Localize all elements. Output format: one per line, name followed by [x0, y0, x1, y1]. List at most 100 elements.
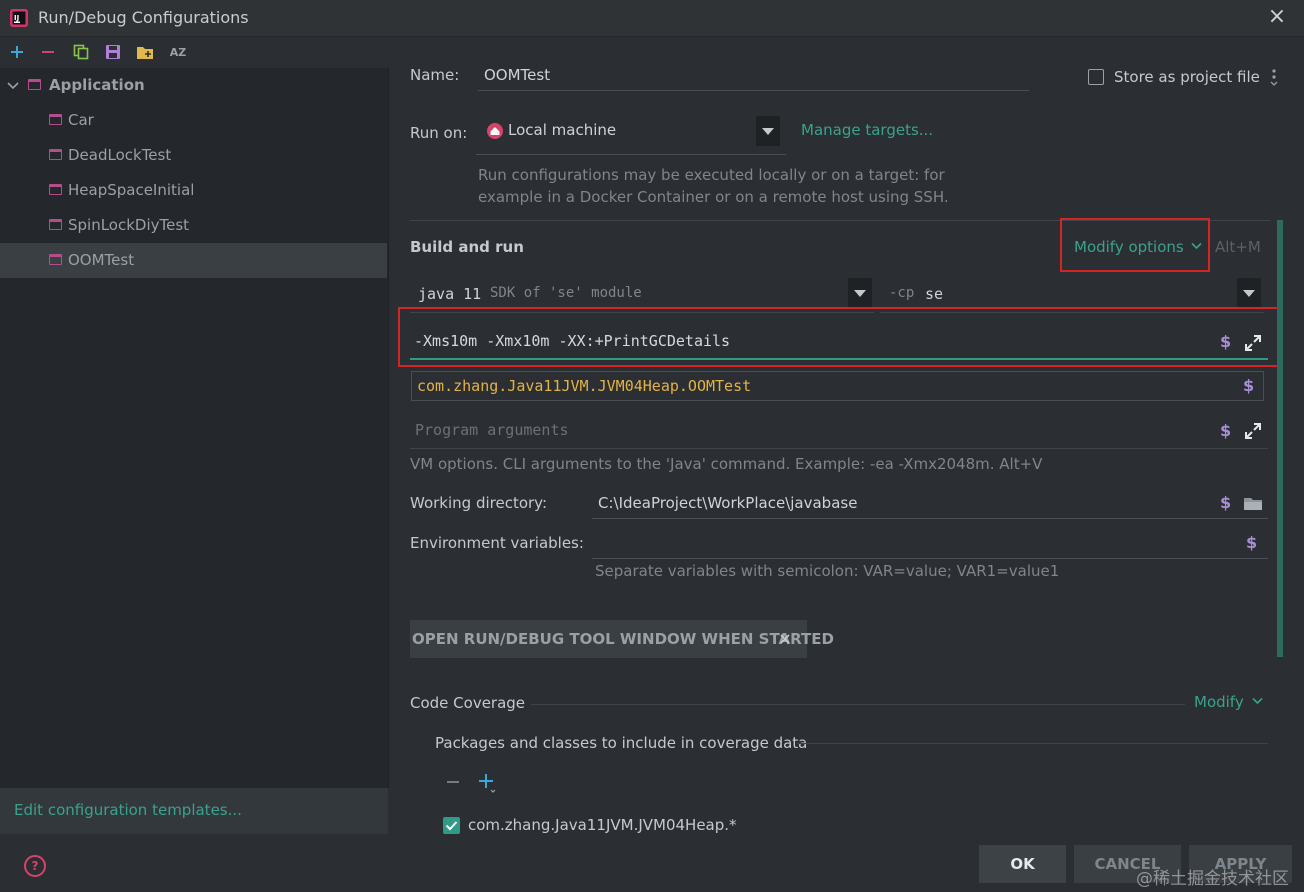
- plus-icon: [11, 46, 23, 58]
- environment-variables-hint: Separate variables with semicolon: VAR=v…: [595, 562, 1060, 580]
- tree-item-label: OOMTest: [68, 251, 135, 269]
- remove-pattern-button[interactable]: [446, 775, 460, 789]
- intellij-app-icon: IJ: [10, 9, 28, 27]
- manage-targets-link[interactable]: Manage targets...: [801, 121, 933, 139]
- run-on-value: Local machine: [508, 121, 617, 139]
- environment-variables-label: Environment variables:: [410, 534, 584, 552]
- window-title: Run/Debug Configurations: [38, 8, 249, 27]
- store-project-label[interactable]: Store as project file: [1114, 68, 1260, 86]
- ok-button[interactable]: OK: [979, 845, 1066, 883]
- tree-item-oomtest[interactable]: OOMTest: [0, 243, 387, 278]
- sort-configs-button[interactable]: AZ: [167, 41, 189, 63]
- insert-macro-icon[interactable]: $: [1220, 421, 1231, 440]
- application-config-icon: [49, 219, 62, 230]
- insert-macro-icon[interactable]: $: [1220, 332, 1231, 351]
- packages-divider: [797, 743, 1268, 744]
- save-icon: [106, 45, 120, 59]
- dropdown-arrow-icon: [762, 127, 774, 135]
- vertical-scrollbar[interactable]: [1277, 220, 1283, 657]
- jdk-dropdown-button[interactable]: [848, 278, 872, 308]
- tree-group-label: Application: [49, 76, 145, 94]
- environment-variables-input[interactable]: $: [592, 528, 1268, 559]
- tree-group-application[interactable]: Application: [0, 68, 387, 103]
- run-on-dropdown-button[interactable]: [756, 116, 780, 146]
- jdk-description: SDK of 'se' module: [490, 285, 642, 301]
- coverage-divider: [531, 704, 1185, 705]
- title-bar: IJ Run/Debug Configurations ×: [0, 0, 1304, 37]
- svg-text:IJ: IJ: [14, 14, 19, 22]
- copy-config-button[interactable]: [70, 41, 92, 63]
- classpath-dropdown-button[interactable]: [1237, 278, 1261, 308]
- expand-icon[interactable]: [1244, 422, 1262, 440]
- dropdown-arrow-icon: [854, 289, 866, 297]
- tree-item-label: SpinLockDiyTest: [68, 216, 190, 234]
- tree-item-spinlockdiytest[interactable]: SpinLockDiyTest: [0, 208, 387, 243]
- add-config-button[interactable]: [6, 41, 28, 63]
- application-config-icon: [49, 114, 62, 125]
- main-class-value: com.zhang.Java11JVM.JVM04Heap.OOMTest: [417, 377, 752, 395]
- watermark: @稀土掘金技术社区: [1136, 869, 1289, 889]
- expand-icon[interactable]: [1244, 334, 1262, 352]
- name-value: OOMTest: [484, 66, 551, 84]
- close-window-button[interactable]: ×: [1266, 5, 1288, 29]
- open-tool-window-option-label: OPEN RUN/DEBUG TOOL WINDOW WHEN STARTED: [412, 630, 834, 648]
- program-arguments-placeholder: Program arguments: [415, 421, 569, 439]
- working-directory-value: C:\IdeaProject\WorkPlace\javabase: [598, 494, 858, 512]
- chevron-down-icon: [1191, 242, 1202, 250]
- application-config-icon: [49, 254, 62, 265]
- vm-options-hint: VM options. CLI arguments to the 'Java' …: [410, 455, 1043, 473]
- name-input[interactable]: OOMTest: [478, 62, 1029, 91]
- run-on-select[interactable]: Local machine: [476, 110, 786, 155]
- chevron-down-icon: [7, 82, 19, 90]
- tree-item-label: DeadLockTest: [68, 146, 172, 164]
- save-config-button[interactable]: [102, 41, 124, 63]
- build-and-run-heading: Build and run: [410, 238, 524, 256]
- chevron-down-icon: [1252, 697, 1263, 705]
- tree-item-label: HeapSpaceInitial: [68, 181, 195, 199]
- home-icon: [487, 123, 503, 139]
- run-on-label: Run on:: [410, 124, 468, 142]
- tree-item-heapspaceinitial[interactable]: HeapSpaceInitial: [0, 173, 387, 208]
- tree-item-deadlocktest[interactable]: DeadLockTest: [0, 138, 387, 173]
- vm-options-value: -Xms10m -Xmx10m -XX:+PrintGCDetails: [414, 332, 731, 350]
- working-directory-label: Working directory:: [410, 494, 548, 512]
- dropdown-arrow-icon: [1243, 289, 1255, 297]
- close-icon[interactable]: [779, 633, 791, 645]
- coverage-entry-label: com.zhang.Java11JVM.JVM04Heap.*: [468, 816, 737, 834]
- open-tool-window-option-tag: OPEN RUN/DEBUG TOOL WINDOW WHEN STARTED: [410, 620, 834, 658]
- config-toolbar: AZ: [0, 37, 388, 67]
- folder-icon[interactable]: [1243, 495, 1263, 511]
- minus-icon: [42, 51, 54, 53]
- coverage-modify-link[interactable]: Modify: [1194, 693, 1244, 711]
- application-config-icon: [49, 149, 62, 160]
- program-arguments-input[interactable]: Program arguments $: [410, 410, 1268, 449]
- config-tree: Application Car DeadLockTest HeapSpaceIn…: [0, 68, 389, 788]
- tree-item-car[interactable]: Car: [0, 103, 387, 138]
- add-pattern-button[interactable]: [478, 773, 498, 793]
- vm-options-input[interactable]: -Xms10m -Xmx10m -XX:+PrintGCDetails $: [410, 318, 1268, 360]
- name-label: Name:: [410, 66, 460, 84]
- working-directory-input[interactable]: C:\IdeaProject\WorkPlace\javabase $: [592, 488, 1268, 519]
- insert-macro-icon[interactable]: $: [1243, 376, 1254, 395]
- remove-config-button[interactable]: [37, 41, 59, 63]
- run-on-hint-line1: Run configurations may be executed local…: [478, 166, 945, 184]
- edit-templates-link[interactable]: Edit configuration templates...: [14, 801, 242, 819]
- check-icon: [445, 821, 458, 831]
- coverage-entry-checkbox[interactable]: [443, 817, 460, 834]
- copy-icon: [73, 44, 89, 60]
- insert-macro-icon[interactable]: $: [1246, 533, 1257, 552]
- folder-add-icon: [137, 47, 153, 59]
- coverage-packages-label: Packages and classes to include in cover…: [435, 734, 808, 752]
- insert-macro-icon[interactable]: $: [1220, 493, 1231, 512]
- new-folder-button[interactable]: [134, 41, 156, 63]
- application-icon: [28, 79, 41, 90]
- modify-options-shortcut: Alt+M: [1215, 238, 1261, 256]
- help-icon[interactable]: ?: [24, 855, 46, 877]
- application-config-icon: [49, 184, 62, 195]
- more-options-icon[interactable]: [1268, 68, 1282, 88]
- main-class-input[interactable]: com.zhang.Java11JVM.JVM04Heap.OOMTest $: [411, 371, 1264, 401]
- store-project-checkbox[interactable]: [1088, 69, 1104, 85]
- code-coverage-heading: Code Coverage: [410, 694, 526, 712]
- run-on-hint-line2: example in a Docker Container or on a re…: [478, 188, 949, 206]
- modify-options-link[interactable]: Modify options: [1074, 238, 1184, 256]
